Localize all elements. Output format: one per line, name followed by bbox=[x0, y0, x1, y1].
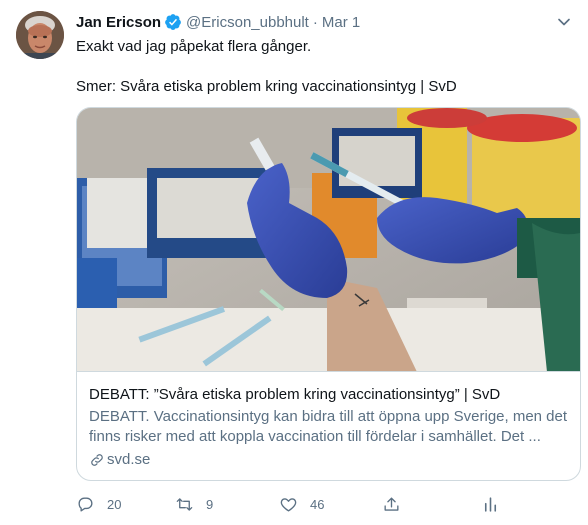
reply-icon bbox=[78, 496, 93, 512]
card-body[interactable]: DEBATT: ”Svåra etiska problem kring vacc… bbox=[77, 373, 580, 480]
retweet-button[interactable]: 9 bbox=[175, 492, 213, 516]
card-description: DEBATT. Vaccinationsintyg kan bidra till… bbox=[89, 408, 568, 445]
retweet-icon bbox=[176, 497, 193, 511]
tweet-date[interactable]: Mar 1 bbox=[322, 14, 360, 31]
card-domain[interactable]: svd.se bbox=[89, 450, 568, 470]
analytics-icon bbox=[484, 496, 497, 512]
verified-badge-icon bbox=[164, 13, 182, 31]
author-handle[interactable]: @Ericson_ubbhult bbox=[186, 14, 309, 31]
card-title[interactable]: DEBATT: ”Svåra etiska problem kring vacc… bbox=[89, 385, 568, 405]
card-image[interactable] bbox=[77, 108, 580, 372]
like-button[interactable]: 46 bbox=[279, 492, 324, 516]
header-separator: · bbox=[312, 13, 318, 31]
like-count: 46 bbox=[310, 496, 325, 512]
tweet-header: Jan Ericson @Ericson_ubbhult · Mar 1 bbox=[76, 12, 360, 32]
link-icon bbox=[91, 454, 103, 466]
analytics-button[interactable] bbox=[481, 492, 500, 516]
share-icon bbox=[384, 496, 399, 511]
share-button[interactable] bbox=[382, 492, 401, 516]
retweet-count: 9 bbox=[206, 496, 214, 512]
tweet-actions: 20 9 46 bbox=[76, 492, 506, 516]
more-options-icon[interactable] bbox=[554, 12, 574, 32]
reply-button[interactable]: 20 bbox=[76, 492, 121, 516]
tweet-text-line-1: Exakt vad jag påpekat flera gånger. bbox=[76, 38, 312, 55]
tweet-text-line-2: Smer: Svåra etiska problem kring vaccina… bbox=[76, 78, 457, 95]
author-name[interactable]: Jan Ericson bbox=[76, 14, 161, 31]
reply-count: 20 bbox=[107, 496, 122, 512]
link-preview-card[interactable]: DEBATT: ”Svåra etiska problem kring vacc… bbox=[76, 107, 581, 481]
like-icon bbox=[280, 497, 297, 512]
author-avatar[interactable] bbox=[16, 11, 64, 59]
tweet[interactable]: Jan Ericson @Ericson_ubbhult · Mar 1 Exa… bbox=[0, 0, 588, 525]
card-domain-text: svd.se bbox=[107, 451, 151, 468]
